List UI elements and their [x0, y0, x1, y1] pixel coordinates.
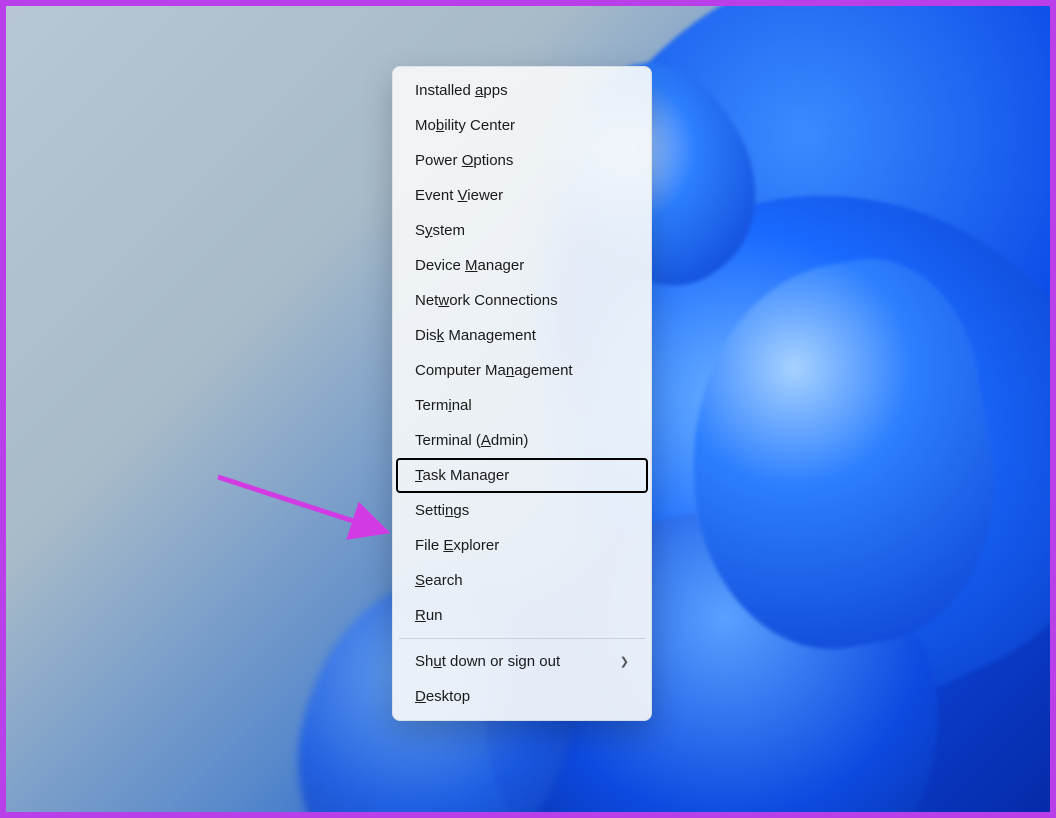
menu-item-label: Settings — [415, 502, 469, 519]
menu-item-disk-management[interactable]: Disk Management — [397, 318, 647, 353]
menu-item-settings[interactable]: Settings — [397, 493, 647, 528]
menu-item-label: Search — [415, 572, 463, 589]
menu-item-label: Mobility Center — [415, 117, 515, 134]
menu-item-label: File Explorer — [415, 537, 499, 554]
menu-item-label: Power Options — [415, 152, 513, 169]
chevron-right-icon: ❯ — [620, 655, 629, 668]
menu-item-shut-down-or-sign-out[interactable]: Shut down or sign out ❯ — [397, 644, 647, 679]
menu-item-label: Desktop — [415, 688, 470, 705]
menu-item-task-manager[interactable]: Task Manager — [396, 458, 648, 493]
menu-item-label: Disk Management — [415, 327, 536, 344]
menu-item-run[interactable]: Run — [397, 598, 647, 633]
menu-item-event-viewer[interactable]: Event Viewer — [397, 178, 647, 213]
menu-item-label: Terminal — [415, 397, 472, 414]
menu-item-label: Shut down or sign out — [415, 653, 560, 670]
menu-item-power-options[interactable]: Power Options — [397, 143, 647, 178]
menu-item-label: Installed apps — [415, 82, 508, 99]
winx-context-menu[interactable]: Installed apps Mobility Center Power Optio… — [392, 66, 652, 721]
menu-item-label: System — [415, 222, 465, 239]
menu-item-label: Computer Management — [415, 362, 573, 379]
menu-item-terminal[interactable]: Terminal — [397, 388, 647, 423]
menu-item-device-manager[interactable]: Device Manager — [397, 248, 647, 283]
menu-item-label: Terminal (Admin) — [415, 432, 528, 449]
menu-separator — [399, 638, 645, 639]
menu-item-desktop[interactable]: Desktop — [397, 679, 647, 714]
menu-item-label: Event Viewer — [415, 187, 503, 204]
menu-item-label: Device Manager — [415, 257, 524, 274]
menu-item-search[interactable]: Search — [397, 563, 647, 598]
menu-item-network-connections[interactable]: Network Connections — [397, 283, 647, 318]
menu-item-installed-apps[interactable]: Installed apps — [397, 73, 647, 108]
menu-item-label: Network Connections — [415, 292, 558, 309]
menu-item-computer-management[interactable]: Computer Management — [397, 353, 647, 388]
menu-item-label: Run — [415, 607, 443, 624]
menu-item-system[interactable]: System — [397, 213, 647, 248]
menu-item-terminal-admin[interactable]: Terminal (Admin) — [397, 423, 647, 458]
menu-item-file-explorer[interactable]: File Explorer — [397, 528, 647, 563]
menu-item-mobility-center[interactable]: Mobility Center — [397, 108, 647, 143]
menu-item-label: Task Manager — [415, 467, 509, 484]
